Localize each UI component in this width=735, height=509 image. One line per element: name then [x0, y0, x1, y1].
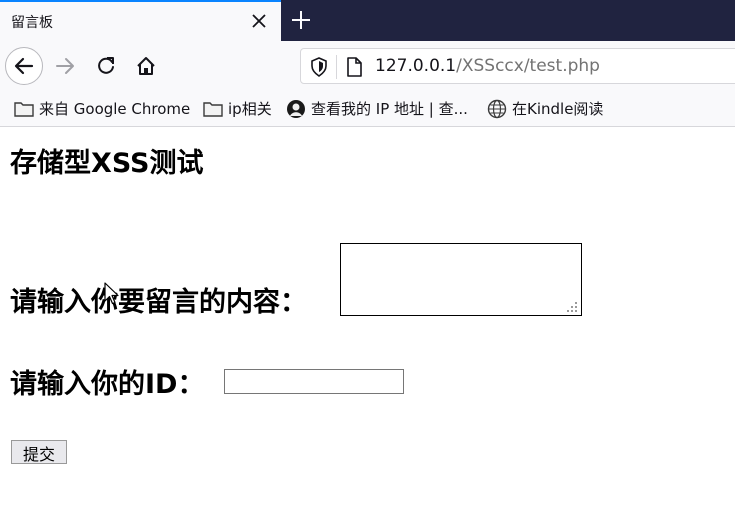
submit-button[interactable]: 提交	[11, 440, 67, 464]
id-input[interactable]	[224, 369, 404, 394]
url-path: /XSSccx/test.php	[456, 56, 600, 76]
plus-icon[interactable]	[289, 8, 313, 32]
arrow-right-icon	[56, 58, 74, 74]
shield-icon[interactable]	[310, 57, 328, 77]
divider	[336, 55, 337, 79]
folder-icon	[14, 101, 34, 117]
avatar-icon	[287, 99, 305, 118]
page-icon[interactable]	[345, 57, 363, 77]
tab-strip: 留言板	[0, 0, 735, 41]
bookmark-ip[interactable]: ip相关	[203, 91, 272, 126]
forward-button[interactable]	[46, 47, 84, 85]
tab-title: 留言板	[11, 15, 53, 31]
folder-icon	[203, 101, 223, 117]
bookmark-label: 来自 Google Chrome	[39, 100, 191, 118]
home-button[interactable]	[127, 47, 165, 85]
resize-grip-icon[interactable]	[566, 301, 578, 313]
tab-active[interactable]: 留言板	[0, 0, 281, 41]
bookmark-kindle[interactable]: 在Kindle阅读	[487, 91, 603, 126]
reload-button[interactable]	[87, 47, 125, 85]
page-title: 存储型XSS测试	[10, 148, 204, 179]
url-host: 127.0.0.1	[375, 56, 457, 76]
globe-icon	[487, 99, 507, 118]
bookmarks-toolbar: 来自 Google Chrome ip相关 查看我的 IP 地址 | 查... …	[0, 91, 735, 127]
bookmark-google-chrome[interactable]: 来自 Google Chrome	[14, 91, 190, 126]
close-icon[interactable]	[248, 10, 270, 32]
bookmark-label: 在Kindle阅读	[512, 100, 604, 118]
back-button[interactable]	[5, 47, 43, 85]
message-label: 请输入你要留言的内容：	[10, 287, 307, 318]
page-content: 存储型XSS测试 请输入你要留言的内容： 请输入你的ID： 提交	[0, 127, 735, 509]
reload-icon	[98, 57, 114, 74]
home-icon	[137, 57, 155, 75]
url-text[interactable]: 127.0.0.1/XSSccx/test.php	[375, 56, 600, 76]
arrow-left-icon	[14, 57, 34, 75]
address-bar[interactable]: 127.0.0.1/XSSccx/test.php	[300, 48, 735, 84]
bookmark-my-ip[interactable]: 查看我的 IP 地址 | 查...	[286, 91, 468, 126]
bookmark-label: ip相关	[228, 100, 272, 118]
navigation-toolbar: 127.0.0.1/XSSccx/test.php	[0, 41, 735, 91]
bookmark-label: 查看我的 IP 地址 | 查...	[311, 100, 468, 118]
id-label: 请输入你的ID：	[10, 369, 205, 400]
mouse-cursor-icon	[104, 282, 119, 305]
message-textarea[interactable]	[340, 243, 582, 316]
